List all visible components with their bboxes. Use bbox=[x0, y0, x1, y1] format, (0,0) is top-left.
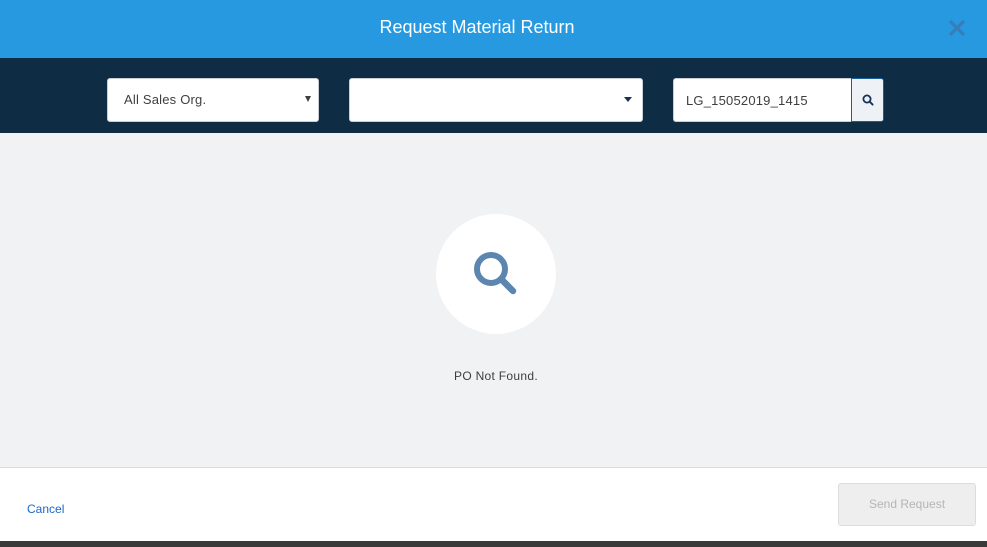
search-icon bbox=[474, 252, 517, 295]
cancel-button[interactable]: Cancel bbox=[27, 502, 64, 516]
sales-org-value: All Sales Org. bbox=[124, 92, 207, 107]
search-icon bbox=[862, 94, 874, 106]
results-area: PO Not Found. bbox=[0, 133, 987, 467]
backdrop-edge bbox=[0, 541, 987, 547]
caret-down-icon bbox=[305, 96, 311, 102]
close-icon bbox=[949, 20, 965, 36]
po-search-input[interactable] bbox=[673, 78, 852, 122]
empty-state-message: PO Not Found. bbox=[454, 369, 538, 383]
send-request-button[interactable]: Send Request bbox=[838, 483, 976, 526]
filter-toolbar: All Sales Org. bbox=[0, 58, 987, 133]
request-material-return-modal: Request Material Return All Sales Org. L… bbox=[0, 0, 987, 541]
filter-select[interactable] bbox=[349, 78, 643, 122]
close-button[interactable] bbox=[943, 14, 971, 42]
empty-state-illustration bbox=[436, 214, 556, 334]
modal-title: Request Material Return bbox=[379, 17, 575, 37]
caret-down-icon bbox=[624, 97, 632, 102]
sales-org-select[interactable]: All Sales Org. bbox=[107, 78, 319, 122]
modal-footer: Cancel Send Request bbox=[0, 467, 987, 541]
modal-header: Request Material Return bbox=[0, 0, 987, 58]
search-button[interactable] bbox=[851, 78, 884, 122]
